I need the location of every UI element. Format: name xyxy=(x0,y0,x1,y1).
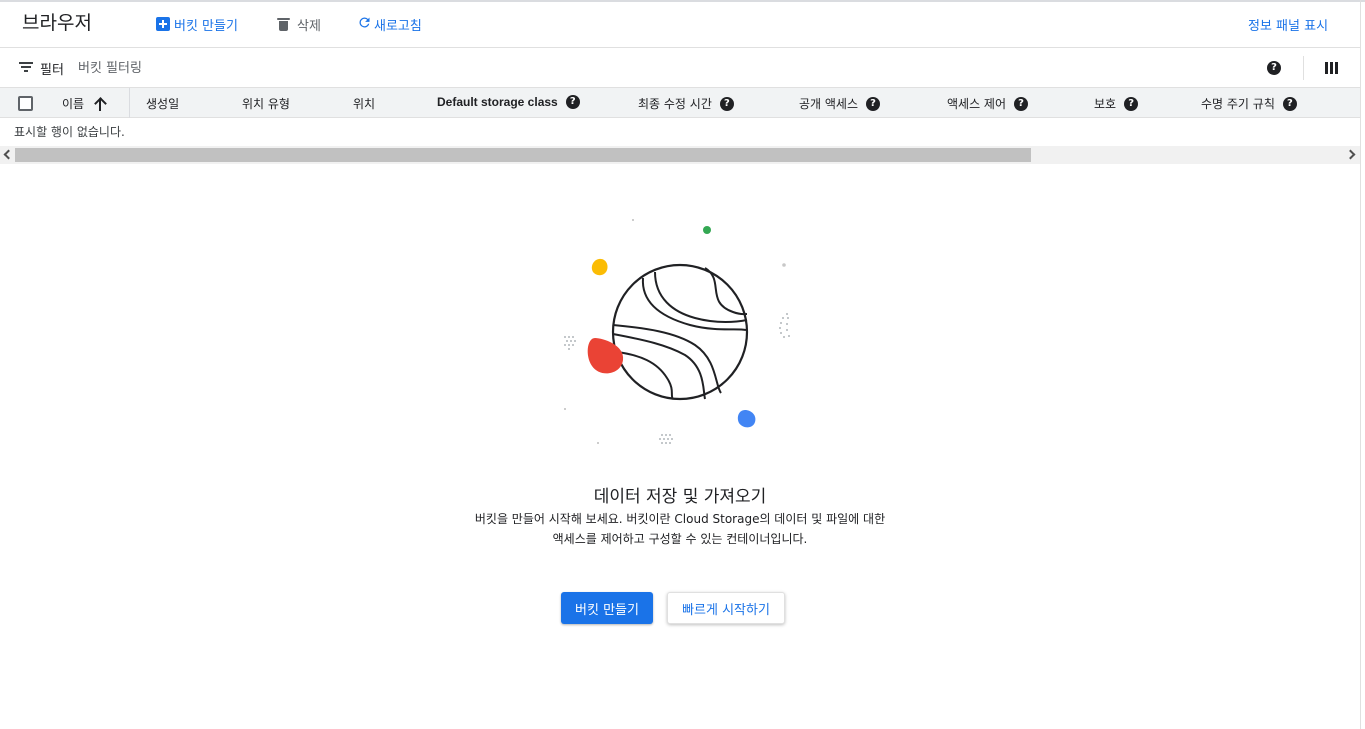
column-location-label: 위치 xyxy=(353,97,376,111)
column-protection-label: 보호 xyxy=(1094,97,1117,111)
empty-state-description-line: 버킷을 만들어 시작해 보세요. 버킷이란 Cloud Storage의 데이터… xyxy=(474,512,886,526)
help-icon[interactable]: ? xyxy=(1124,96,1139,111)
filter-label[interactable]: 필터 xyxy=(40,59,64,78)
help-icon[interactable]: ? xyxy=(1282,96,1297,111)
delete-label: 삭제 xyxy=(297,18,321,34)
column-header-storage-class[interactable]: Default storage class ? xyxy=(437,95,580,109)
empty-state-description-line: 액세스를 제어하고 구성할 수 있는 컨테이너입니다. xyxy=(552,532,808,546)
show-info-panel-button[interactable]: 정보 패널 표시 xyxy=(1248,14,1328,34)
filter-icon[interactable] xyxy=(19,62,33,73)
column-name-label: 이름 xyxy=(62,97,85,111)
page-header: 브라우저 버킷 만들기 삭제 새로고침 정보 패널 표시 xyxy=(0,2,1360,48)
table-header: 이름 생성일 위치 유형 위치 Default storage class ? … xyxy=(0,88,1360,118)
column-last-modified-label: 최종 수정 시간 xyxy=(638,97,712,111)
globe-illustration xyxy=(564,219,790,444)
column-header-created[interactable]: 생성일 xyxy=(146,95,179,112)
show-info-panel-label: 정보 패널 표시 xyxy=(1248,18,1329,34)
help-icon[interactable]: ? xyxy=(719,96,734,111)
refresh-icon xyxy=(357,15,372,34)
delete-button[interactable]: 삭제 xyxy=(277,14,321,34)
column-header-access-control[interactable]: 액세스 제어 ? xyxy=(947,95,1029,112)
column-header-location[interactable]: 위치 xyxy=(353,95,375,112)
column-created-label: 생성일 xyxy=(146,97,180,111)
column-public-access-label: 공개 액세스 xyxy=(799,97,859,111)
help-icon[interactable]: ? xyxy=(1014,96,1029,111)
empty-state-description: 버킷을 만들어 시작해 보세요. 버킷이란 Cloud Storage의 데이터… xyxy=(430,509,930,549)
empty-state-title: 데이터 저장 및 가져오기 xyxy=(593,487,767,507)
scroll-left-icon[interactable] xyxy=(3,149,14,160)
scroll-right-icon[interactable] xyxy=(1345,149,1356,160)
column-header-location-type[interactable]: 위치 유형 xyxy=(242,95,290,112)
column-divider[interactable] xyxy=(129,88,130,118)
sort-ascending-icon xyxy=(94,97,106,111)
right-border xyxy=(1360,0,1361,729)
create-bucket-button[interactable]: 버킷 만들기 xyxy=(156,14,238,34)
refresh-button[interactable]: 새로고침 xyxy=(357,14,422,34)
column-location-type-label: 위치 유형 xyxy=(242,97,290,111)
select-all-checkbox[interactable] xyxy=(18,96,33,111)
trash-icon xyxy=(277,17,290,31)
page-title: 브라우저 xyxy=(22,12,92,34)
filter-bar: 필터 ? xyxy=(0,48,1360,88)
refresh-label: 새로고침 xyxy=(374,18,422,34)
create-bucket-label: 버킷 만들기 xyxy=(174,18,238,34)
column-access-control-label: 액세스 제어 xyxy=(947,97,1007,111)
help-icon[interactable]: ? xyxy=(866,96,881,111)
column-header-last-modified[interactable]: 최종 수정 시간 ? xyxy=(638,95,734,112)
quickstart-button[interactable]: 빠르게 시작하기 xyxy=(667,592,785,624)
create-bucket-primary-button[interactable]: 버킷 만들기 xyxy=(561,592,653,624)
help-icon[interactable]: ? xyxy=(1267,61,1281,75)
help-icon[interactable]: ? xyxy=(565,95,580,109)
add-box-icon xyxy=(156,17,170,31)
divider xyxy=(1303,56,1304,80)
column-lifecycle-label: 수명 주기 규칙 xyxy=(1201,97,1275,111)
column-storage-class-label: Default storage class xyxy=(437,95,558,109)
column-header-name[interactable]: 이름 xyxy=(62,95,106,112)
column-header-public-access[interactable]: 공개 액세스 ? xyxy=(799,95,881,112)
scrollbar-thumb[interactable] xyxy=(15,148,1031,162)
column-header-protection[interactable]: 보호 ? xyxy=(1094,95,1139,112)
column-header-lifecycle[interactable]: 수명 주기 규칙 ? xyxy=(1201,95,1297,112)
horizontal-scrollbar[interactable] xyxy=(0,146,1360,164)
filter-buckets-input[interactable] xyxy=(78,58,478,78)
columns-icon[interactable] xyxy=(1325,62,1338,74)
empty-table-message: 표시할 행이 없습니다. xyxy=(14,125,125,139)
